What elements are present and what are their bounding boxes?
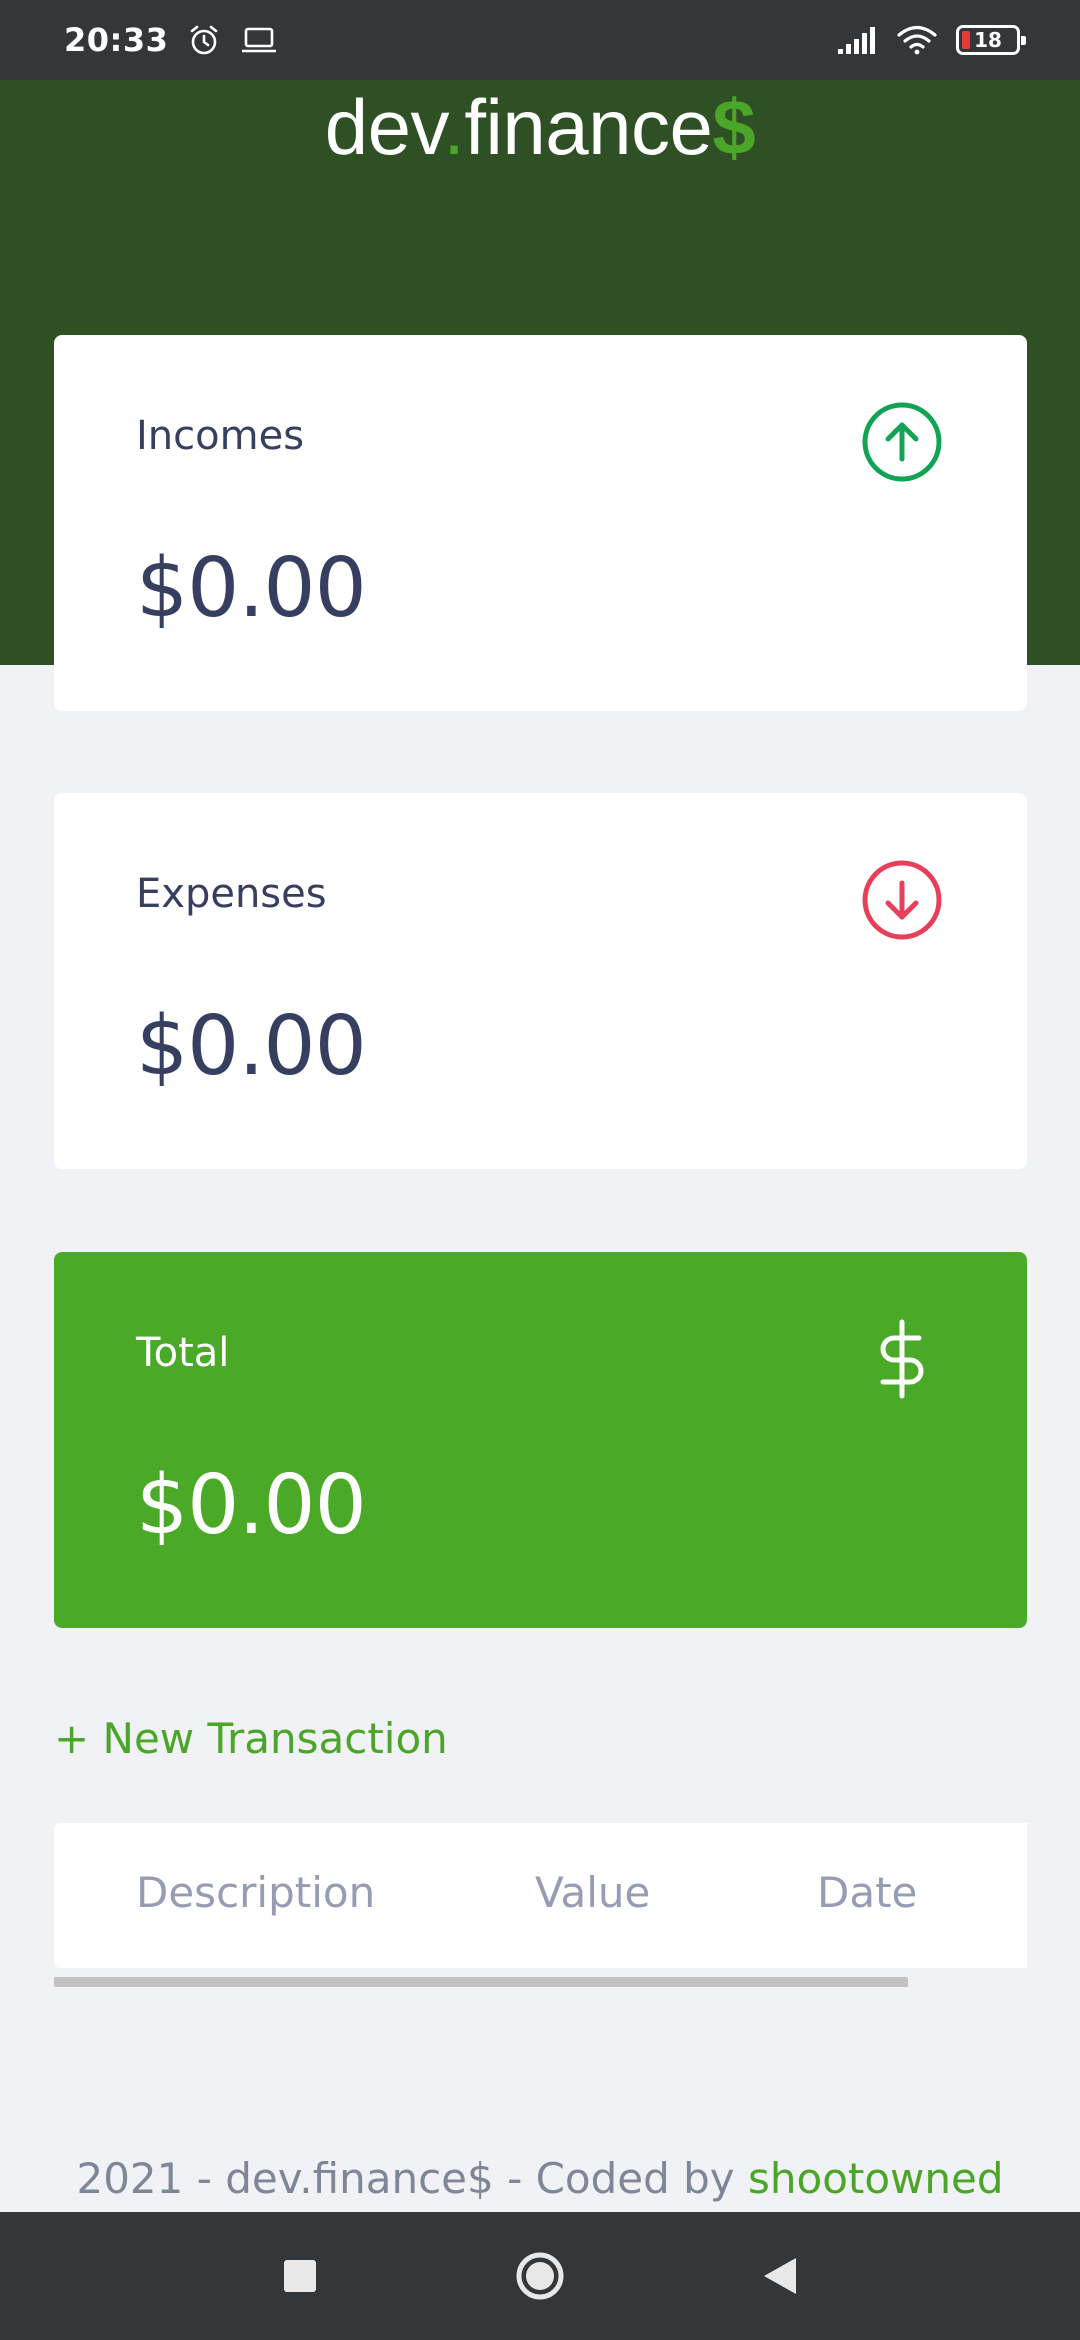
expenses-card: Expenses $0.00 [54,793,1027,1169]
dollar-sign-icon [861,1318,943,1400]
recent-apps-icon[interactable] [270,2246,330,2306]
status-time: 20:33 [64,21,169,59]
laptop-icon [240,25,278,55]
table-header-value: Value [535,1868,651,1917]
footer-author: shootowned [748,2154,1004,2203]
incomes-card: Incomes $0.00 [54,335,1027,711]
arrow-up-circle-icon [861,401,943,483]
logo-dot: . [443,83,465,171]
table-header-date: Date [817,1868,918,1917]
battery-level: 18 [974,28,1002,52]
signal-icon [836,25,878,55]
expenses-label: Expenses [136,871,327,917]
incomes-value: $0.00 [136,541,367,636]
page-footer: 2021 - dev.finance$ - Coded by shootowne… [0,2154,1080,2203]
total-card: Total $0.00 [54,1252,1027,1628]
table-header-description: Description [136,1868,376,1917]
logo-text-dev: dev [324,83,444,171]
arrow-down-circle-icon [861,859,943,941]
new-transaction-button[interactable]: + New Transaction [54,1714,448,1763]
total-value: $0.00 [136,1458,367,1553]
app-logo: dev.finance$ [0,82,1080,173]
system-nav-bar [0,2212,1080,2340]
status-right: 18 [836,24,1026,56]
wifi-icon [896,24,938,56]
logo-dollar: $ [712,83,756,171]
alarm-icon [186,22,222,58]
battery-fill [962,31,970,49]
status-bar: 20:33 18 [0,0,1080,80]
footer-text: 2021 - dev.finance$ - Coded by [76,2154,748,2203]
table-horizontal-scrollbar[interactable] [54,1977,908,1987]
back-icon[interactable] [750,2246,810,2306]
logo-text-finance: finance [464,83,713,171]
status-left: 20:33 [64,21,278,59]
total-label: Total [136,1330,230,1376]
incomes-label: Incomes [136,413,305,459]
transactions-table[interactable]: Description Value Date [54,1823,1027,1968]
battery-icon: 18 [956,25,1026,55]
home-icon[interactable] [510,2246,570,2306]
expenses-value: $0.00 [136,999,367,1094]
